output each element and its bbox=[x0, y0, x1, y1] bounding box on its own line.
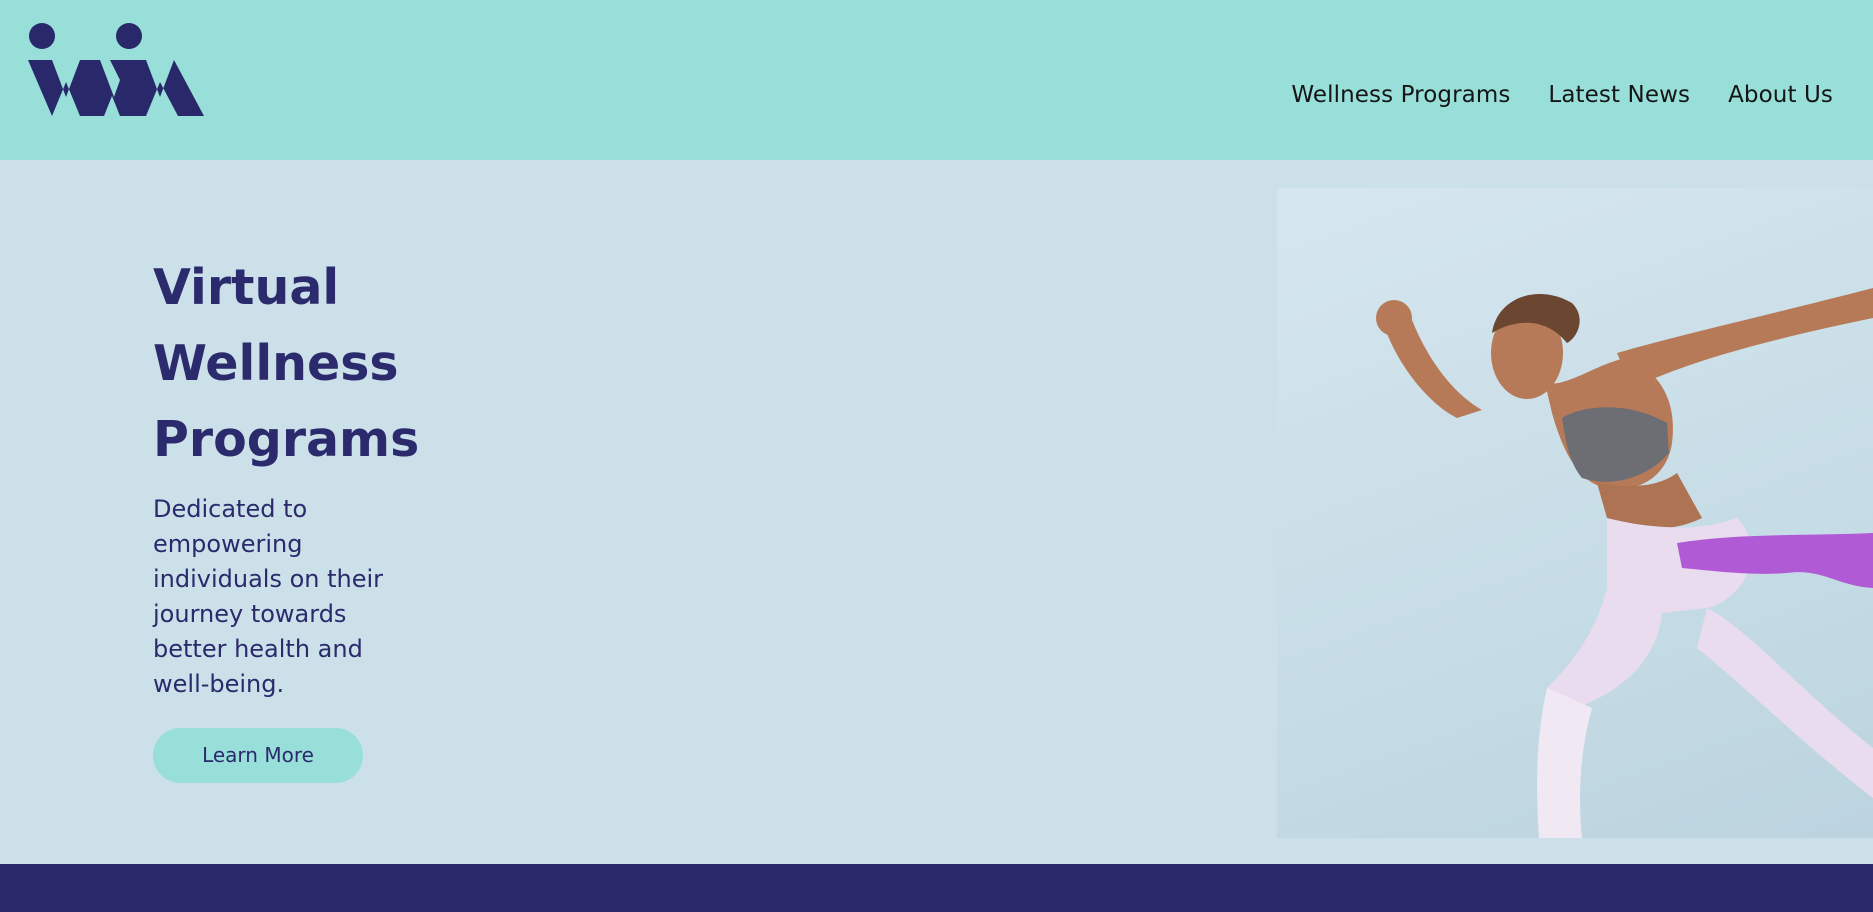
hero-text-block: Virtual Wellness Programs Dedicated to e… bbox=[153, 250, 453, 783]
nav-item-about-us[interactable]: About Us bbox=[1728, 82, 1833, 108]
hero-title-line-1: Virtual bbox=[153, 259, 340, 316]
hero-title-line-3: Programs bbox=[153, 411, 420, 468]
hero-section: Virtual Wellness Programs Dedicated to e… bbox=[0, 160, 1873, 864]
hero-description: Dedicated to empowering individuals on t… bbox=[153, 495, 384, 698]
hero-title: Virtual Wellness Programs bbox=[153, 250, 453, 478]
learn-more-button[interactable]: Learn More bbox=[153, 728, 363, 783]
site-header: Wellness Programs Latest News About Us bbox=[0, 0, 1873, 160]
footer-band bbox=[0, 864, 1873, 912]
hero-title-line-2: Wellness bbox=[153, 335, 399, 392]
nav-item-wellness-programs[interactable]: Wellness Programs bbox=[1291, 82, 1510, 108]
woman-sprinting-with-resistance-band-image bbox=[1277, 188, 1873, 838]
brand-logo-icon[interactable] bbox=[28, 22, 204, 116]
nav-item-latest-news[interactable]: Latest News bbox=[1548, 82, 1690, 108]
athlete-illustration bbox=[1376, 288, 1873, 838]
main-nav: Wellness Programs Latest News About Us bbox=[1291, 82, 1833, 108]
